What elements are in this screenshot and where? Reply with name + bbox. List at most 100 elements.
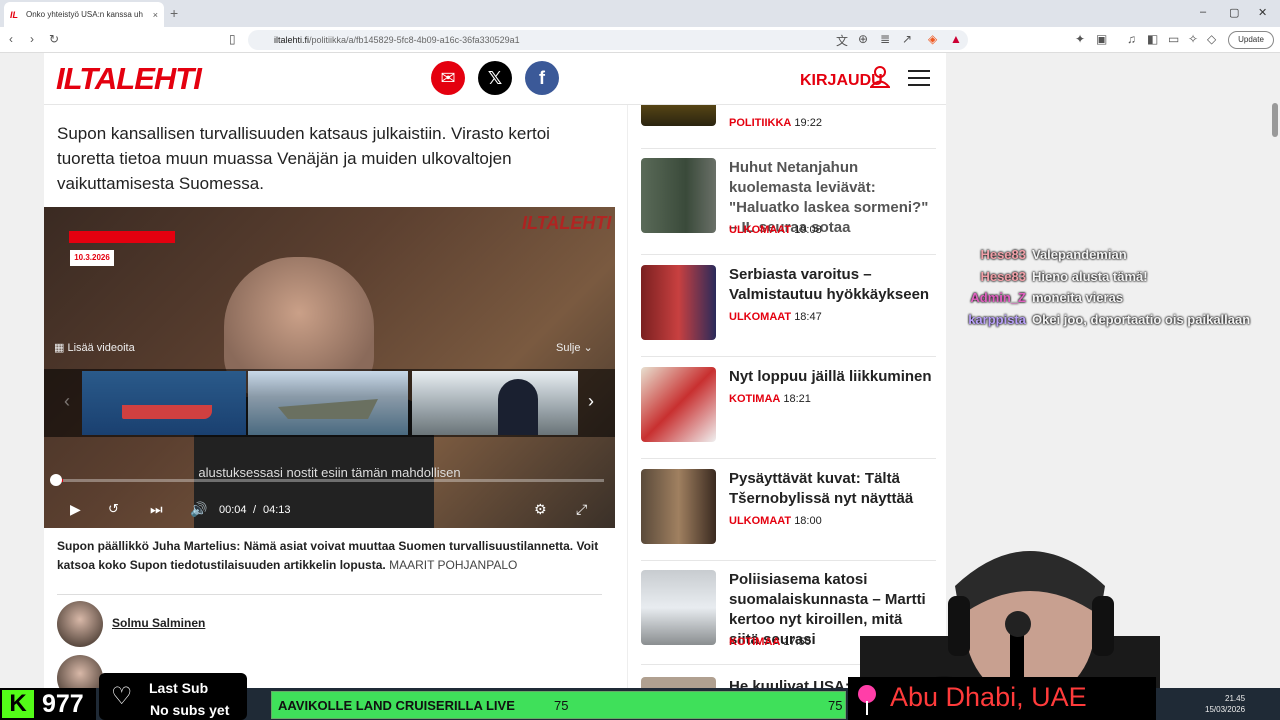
play-icon[interactable]: ▶ [70, 501, 81, 518]
x-share-icon[interactable]: 𝕏 [478, 61, 512, 95]
minimize-button[interactable]: – [1200, 6, 1206, 18]
video-thumbnail[interactable] [82, 371, 246, 435]
news-thumbnail [641, 469, 716, 544]
facebook-share-icon[interactable]: f [525, 61, 559, 95]
tab-close-icon[interactable]: × [153, 10, 158, 20]
news-meta: KOTIMAA 17:50 [729, 636, 811, 648]
news-meta: ULKOMAAT 18:00 [729, 515, 822, 527]
back-icon[interactable]: ‹ [9, 32, 13, 46]
news-list-item[interactable]: Huhut Netanjahun kuolemasta leviävät: "H… [641, 158, 936, 255]
chat-text: moneita vieras [1032, 290, 1124, 305]
music-icon[interactable]: ♫ [1127, 32, 1136, 46]
news-thumbnail [641, 367, 716, 442]
video-thumbnail[interactable] [412, 371, 578, 435]
hamburger-menu-icon[interactable] [908, 70, 930, 86]
extensions-icon[interactable]: ✦ [1075, 32, 1085, 46]
browser-tab[interactable]: IL Onko yhteistyö USA:n kanssa uh × [4, 2, 164, 27]
divider [641, 458, 936, 459]
ai-icon[interactable]: ✧ [1188, 32, 1198, 46]
chat-username: Admin_Z [970, 290, 1026, 305]
rewind-10-icon[interactable]: ↺ [108, 501, 119, 517]
user-icon[interactable] [870, 66, 890, 88]
news-time: 18:47 [794, 311, 822, 323]
video-thumbnails: › ‹ [44, 369, 615, 437]
video-progress-knob[interactable] [50, 474, 62, 486]
chevron-left-icon[interactable]: ‹ [64, 391, 70, 412]
stream-goal-bar: AAVIKOLLE LAND CRUISERILLA LIVE 75 75 [271, 691, 846, 719]
news-list-item[interactable]: Nyt loppuu jäillä liikkuminen KOTIMAA 18… [641, 367, 936, 459]
share-icon[interactable]: ↗ [902, 32, 912, 46]
settings-gear-icon[interactable]: ⚙ [534, 501, 547, 518]
news-meta: POLITIIKKA 19:22 [729, 117, 822, 129]
news-list-item[interactable]: Serbiasta varoitus – Valmistautuu hyökkä… [641, 265, 936, 357]
more-videos-label[interactable]: ▦ Lisää videoita [54, 341, 135, 354]
forward-icon[interactable]: › [30, 32, 34, 46]
site-header: ILTALEHTI ✉ 𝕏 f KIRJAUDU [44, 53, 946, 105]
sidebar-icon[interactable]: ◧ [1147, 32, 1158, 46]
reload-icon[interactable]: ↻ [49, 32, 59, 46]
web-page: ILTALEHTI ✉ 𝕏 f KIRJAUDU Supon kansallis… [44, 53, 946, 720]
divider [641, 254, 936, 255]
skip-next-icon[interactable]: ⏭ [150, 501, 163, 518]
stream-goal-target: 75 [828, 698, 843, 713]
stream-goal-label: AAVIKOLLE LAND CRUISERILLA LIVE [278, 698, 515, 713]
bookmark-icon[interactable]: ▯ [229, 32, 236, 46]
tab-title: Onko yhteistyö USA:n kanssa uh [26, 10, 143, 19]
video-title-bar [69, 231, 175, 243]
news-title: Serbiasta varoitus – Valmistautuu hyökkä… [729, 266, 930, 303]
news-category: ULKOMAAT [729, 224, 792, 236]
video-watermark: ILTALEHTI [522, 213, 612, 233]
maximize-button[interactable]: ▢ [1229, 6, 1239, 19]
chat-message: Hese83 Hieno alusta tämä! [950, 266, 1280, 288]
close-window-button[interactable]: ✕ [1258, 6, 1267, 19]
page-scrollbar[interactable] [1270, 53, 1280, 688]
news-time: 19:22 [794, 117, 822, 129]
last-sub-title: Last Sub [149, 680, 209, 696]
news-title: Pysäyttävät kuvat: Tältä Tšernobylissä n… [729, 470, 914, 507]
divider [57, 594, 602, 595]
clock-time: 21.45 [1225, 694, 1246, 703]
video-credit: Supon päällikkö Juha Martelius: Nämä asi… [57, 537, 617, 575]
grid-icon: ▦ [54, 342, 68, 354]
news-category: KOTIMAA [729, 636, 781, 648]
wallet-icon[interactable]: ▭ [1168, 32, 1179, 46]
translate-icon[interactable]: 文 [836, 32, 848, 49]
chat-message: Admin_Z moneita vieras [950, 287, 1280, 309]
author-avatar[interactable] [57, 601, 103, 647]
fullscreen-icon[interactable]: ⤢ [576, 501, 587, 518]
article-lead: Supon kansallisen turvallisuuden katsaus… [57, 124, 550, 193]
update-button[interactable]: Update [1228, 31, 1274, 49]
video-date-badge: 10.3.2026 [70, 250, 114, 266]
email-share-icon[interactable]: ✉ [431, 61, 465, 95]
vpn-icon[interactable]: ◇ [1207, 32, 1216, 46]
zoom-icon[interactable]: ⊕ [858, 32, 868, 46]
volume-icon[interactable]: 🔊 [190, 501, 207, 518]
url-path: /politiikka/a/fb145829-5fc8-4b09-a16c-36… [309, 35, 520, 45]
brave-shield-icon[interactable]: ◈ [928, 32, 937, 46]
heart-icon: ♡ [111, 683, 133, 710]
column-divider [627, 105, 628, 720]
author-name[interactable]: Solmu Salminen [112, 616, 205, 630]
clock-date: 15/03/2026 [1205, 705, 1246, 714]
kick-logo-icon: K [2, 690, 34, 718]
video-progress-track[interactable] [54, 479, 604, 482]
news-thumbnail [641, 570, 716, 645]
more-videos-text: Lisää videoita [67, 342, 135, 354]
new-tab-button[interactable]: + [170, 5, 178, 21]
rewards-icon[interactable]: ▲ [950, 32, 962, 46]
location-widget: Abu Dhabi, UAE [848, 677, 1156, 720]
news-title: Nyt loppuu jäillä liikkuminen [729, 368, 932, 385]
reader-icon[interactable]: ≣ [880, 32, 890, 46]
video-thumbnail[interactable] [248, 371, 408, 435]
scrollbar-thumb[interactable] [1272, 103, 1278, 137]
system-clock[interactable]: 21.45 15/03/2026 [1205, 693, 1245, 715]
last-sub-widget: ♡ Last Sub No subs yet [99, 673, 247, 720]
chevron-down-icon: ⌄ [580, 342, 593, 354]
url-host: iltalehti.fi [274, 35, 310, 45]
video-player[interactable]: 10.3.2026 ILTALEHTI ▦ Lisää videoita Sul… [44, 207, 615, 528]
chat-message: Hese83 Valepandemian [950, 244, 1280, 266]
tab-search-icon[interactable]: ▣ [1096, 32, 1107, 46]
close-more-videos[interactable]: Sulje ⌄ [556, 341, 593, 354]
iltalehti-logo[interactable]: ILTALEHTI [56, 61, 202, 97]
chevron-right-icon[interactable]: › [588, 391, 594, 412]
